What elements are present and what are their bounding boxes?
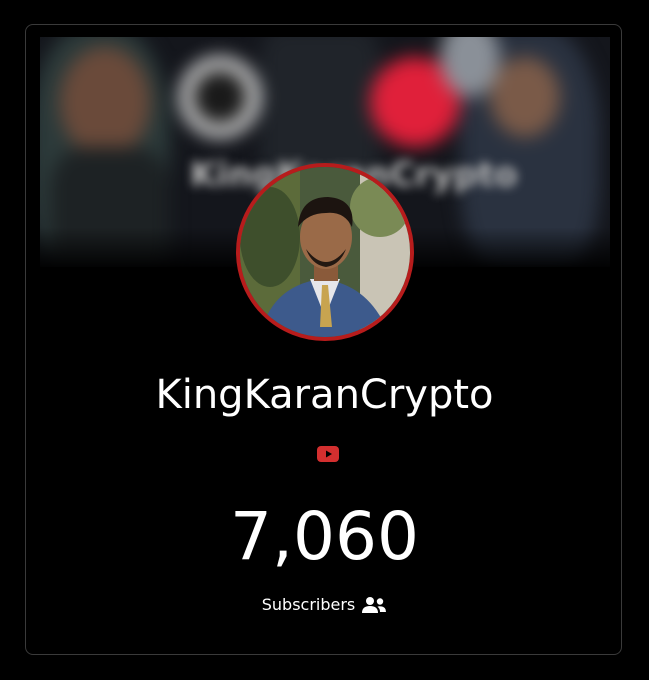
subscribers-label: Subscribers [261,595,356,614]
subscribers-label-row: Subscribers [26,593,621,617]
channel-name[interactable]: KingKaranCrypto [26,367,621,423]
subscriber-count: 7,060 [230,498,419,575]
users-icon [362,597,387,613]
channel-card: KingKaranCrypto KingKaranCrypto 7,060 Su… [25,24,622,655]
avatar-image [240,167,410,337]
channel-avatar [236,163,414,341]
youtube-icon [317,446,339,462]
